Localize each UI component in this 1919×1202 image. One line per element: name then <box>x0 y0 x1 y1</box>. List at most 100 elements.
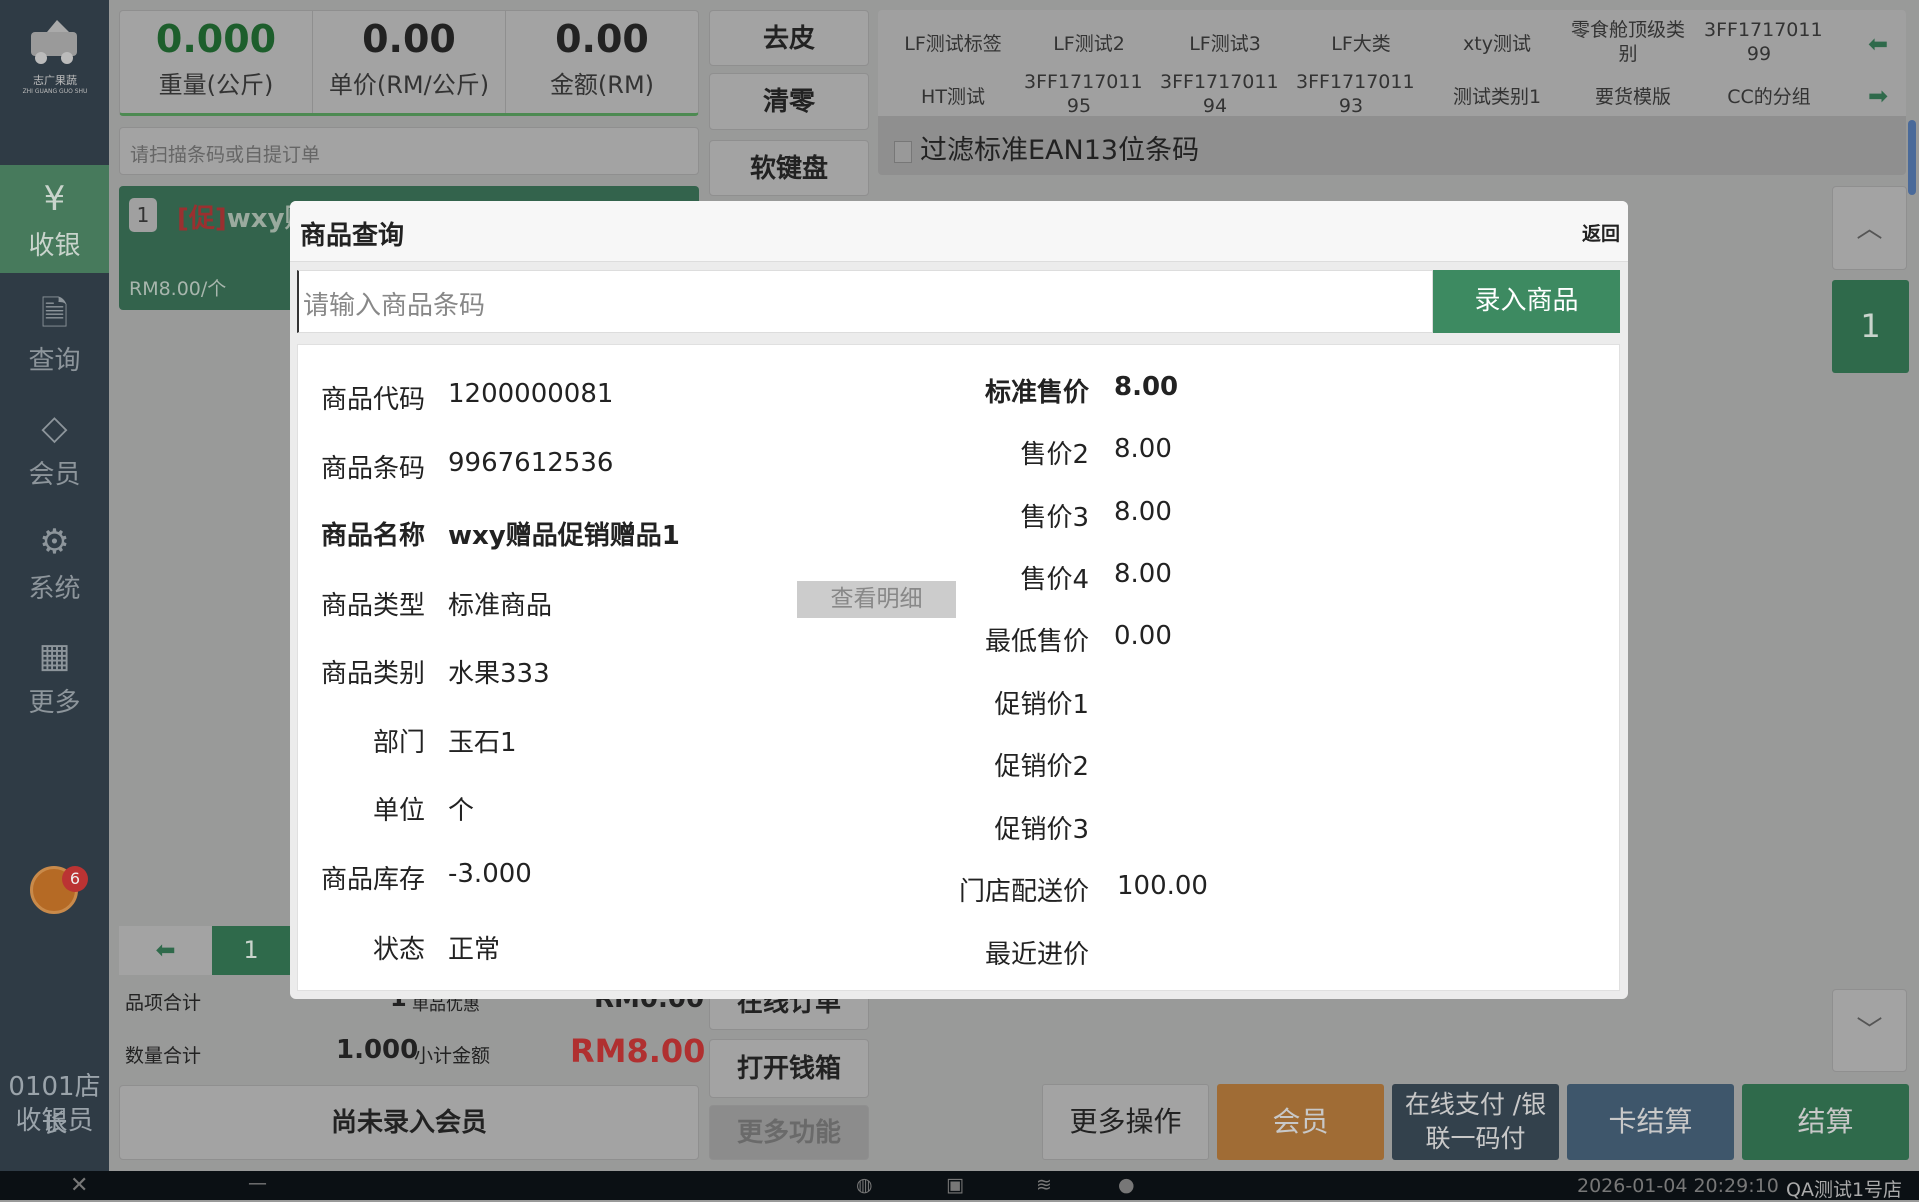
back-button[interactable]: 返回 <box>1582 219 1620 246</box>
category-tab[interactable]: HT测试 <box>888 85 1018 109</box>
close-icon[interactable]: ✕ <box>70 1173 88 1198</box>
category-tab[interactable]: LF测试2 <box>1024 32 1154 56</box>
product-details: 商品代码 1200000081 商品条码 9967612536 商品名称 wxy赠品促销赠… <box>297 344 1620 991</box>
category-tab[interactable]: 3FF1717011 93 <box>1296 70 1415 118</box>
field-value: 玉石1 <box>448 728 517 758</box>
category-tab[interactable]: xty测试 <box>1432 32 1562 56</box>
member-button[interactable]: 会员 <box>1217 1084 1384 1160</box>
field-value: 正常 <box>448 935 501 965</box>
tare-button[interactable]: 去皮 <box>709 10 869 66</box>
keyboard-button[interactable]: 软键盘 <box>709 140 869 196</box>
field-value: 水果333 <box>448 659 550 689</box>
open-drawer-button[interactable]: 打开钱箱 <box>709 1039 869 1098</box>
sidebar-item-label: 系统 <box>28 574 81 604</box>
cashier-icon: ¥ <box>43 179 66 219</box>
monitor-icon: ▣ <box>946 1174 964 1196</box>
field-label: 商品类型 <box>320 591 425 621</box>
category-tab[interactable]: LF测试3 <box>1160 32 1290 56</box>
right-page-number[interactable]: 1 <box>1832 280 1909 373</box>
next-category-icon[interactable]: ➡ <box>1868 82 1888 110</box>
sidebar-item-label: 会员 <box>28 460 81 490</box>
gear-icon: ⚙ <box>39 522 70 562</box>
promo-tag: [促] <box>177 204 227 234</box>
more-operations-button[interactable]: 更多操作 <box>1042 1084 1209 1160</box>
scale-display: 0.000 重量(公斤) 0.00 单价(RM/公斤) 0.00 金额(RM) <box>119 10 699 116</box>
scroll-down-icon[interactable]: ﹀ <box>1832 989 1907 1072</box>
price-value: 8.00 <box>1114 559 1172 589</box>
unit-price-value: 0.00 <box>362 17 456 61</box>
status-dot-icon: ● <box>1118 1174 1135 1196</box>
category-tab[interactable]: CC的分组 <box>1704 85 1834 109</box>
subtotal-label: 小计金额 <box>414 1045 491 1067</box>
search-doc-icon: 🗎 <box>40 294 69 334</box>
zero-button[interactable]: 清零 <box>709 73 869 130</box>
category-tab[interactable]: 要货模版 <box>1568 85 1698 109</box>
prev-page-icon[interactable]: ⬅ <box>119 926 212 975</box>
price-value: 8.00 <box>1114 434 1172 464</box>
field-label: 商品名称 <box>320 521 425 551</box>
truck-logo-icon <box>31 20 77 64</box>
scroll-up-icon[interactable]: ︿ <box>1832 186 1907 270</box>
items-total-label: 品项合计 <box>125 992 202 1014</box>
field-label: 商品条码 <box>320 454 425 484</box>
unit-price-cell: 0.00 单价(RM/公斤) <box>313 11 506 113</box>
more-functions-button[interactable]: 更多功能 <box>709 1105 869 1160</box>
ean13-checkbox[interactable] <box>894 140 912 163</box>
sidebar-item-member[interactable]: ◇ 会员 <box>0 394 109 502</box>
price-label: 最低售价 <box>984 627 1089 657</box>
scrollbar[interactable] <box>1908 120 1916 195</box>
taskbar: ✕ — ◍ ▣ ≋ ● 2026-01-04 20:29:10 QA测试1号店 <box>0 1171 1919 1201</box>
field-label: 单位 <box>372 796 425 826</box>
price-value: 0.00 <box>1114 621 1172 651</box>
sidebar-item-more[interactable]: ▦ 更多 <box>0 622 109 730</box>
dialog-header: 商品查询 返回 <box>290 201 1628 262</box>
field-value: 9967612536 <box>448 448 614 478</box>
category-tab[interactable]: 零食舱顶级类别 <box>1568 18 1688 66</box>
field-label: 部门 <box>372 728 425 758</box>
category-tab[interactable]: 测试类别1 <box>1432 85 1562 109</box>
category-tab[interactable]: 3FF1717011 94 <box>1160 70 1279 118</box>
ean13-filter[interactable]: 过滤标准EAN13位条码 <box>878 116 1906 175</box>
card-checkout-button[interactable]: 卡结算 <box>1567 1084 1734 1160</box>
sidebar-item-query[interactable]: 🗎 查询 <box>0 280 109 388</box>
product-query-dialog: 商品查询 返回 请输入商品条码 录入商品 商品代码 1200000081 商品条码 9… <box>290 201 1628 999</box>
user-role: 收银员 <box>15 1106 94 1136</box>
field-label: 商品库存 <box>320 865 425 895</box>
scan-input[interactable]: 请扫描条码或自提订单 <box>119 127 699 175</box>
price-label: 促销价1 <box>994 690 1089 720</box>
price-label: 门店配送价 <box>958 877 1089 907</box>
price-label: 促销价3 <box>994 815 1089 845</box>
field-label: 商品类别 <box>320 659 425 689</box>
enter-product-button[interactable]: 录入商品 <box>1433 270 1620 333</box>
field-value: wxy赠品促销赠品1 <box>448 521 680 551</box>
price-label: 最近进价 <box>984 940 1089 970</box>
dialog-title: 商品查询 <box>300 221 405 251</box>
field-label: 商品代码 <box>320 385 425 415</box>
category-tab[interactable]: 3FF1717011 95 <box>1024 70 1143 118</box>
barcode-input[interactable]: 请输入商品条码 <box>297 270 1433 333</box>
sidebar-item-label: 收银 <box>28 231 81 261</box>
price-value: 8.00 <box>1114 372 1179 402</box>
online-pay-button[interactable]: 在线支付 /银联一码付 <box>1392 1084 1559 1160</box>
sidebar-item-system[interactable]: ⚙ 系统 <box>0 508 109 616</box>
logo-text: 志广果蔬 <box>33 74 77 87</box>
price-label: 售价2 <box>1020 440 1089 470</box>
view-details-button[interactable]: 查看明细 <box>797 581 956 618</box>
minimize-icon[interactable]: — <box>248 1172 267 1194</box>
prev-category-icon[interactable]: ⬅ <box>1868 30 1888 58</box>
item-index: 1 <box>129 198 157 232</box>
item-price: RM8.00/个 <box>129 278 227 300</box>
category-tab[interactable]: 3FF1717011 99 <box>1704 18 1823 66</box>
page-number[interactable]: 1 <box>212 926 290 975</box>
checkout-button[interactable]: 结算 <box>1742 1084 1909 1160</box>
qty-total-label: 数量合计 <box>125 1045 202 1067</box>
category-tab[interactable]: LF大类 <box>1296 32 1426 56</box>
ean13-filter-label: 过滤标准EAN13位条码 <box>920 135 1200 166</box>
weight-cell: 0.000 重量(公斤) <box>120 11 313 113</box>
field-value: -3.000 <box>448 859 532 889</box>
category-tab[interactable]: LF测试标签 <box>888 32 1018 56</box>
globe-icon: ◍ <box>856 1174 873 1196</box>
sidebar-item-cashier[interactable]: ¥ 收银 <box>0 165 109 273</box>
subtotal-value: RM8.00 <box>570 1032 706 1070</box>
member-entry-button[interactable]: 尚未录入会员 <box>119 1085 699 1160</box>
